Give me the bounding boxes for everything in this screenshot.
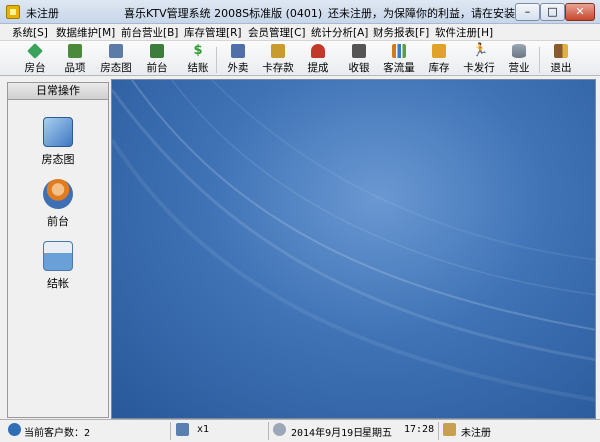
nav-label: 结帐 <box>47 277 69 290</box>
dollar-icon: $ <box>193 43 203 58</box>
nav-front-desk[interactable]: 前台 <box>8 179 108 229</box>
status-weekday: 星期五 <box>362 428 392 439</box>
commission-icon <box>311 44 325 58</box>
tool-label: 房态图 <box>100 62 132 74</box>
title-registration-status: 未注册 <box>26 7 59 20</box>
menu-finance[interactable]: 财务报表[F] <box>373 25 429 40</box>
nav-checkout[interactable]: 结帐 <box>8 241 108 291</box>
status-bar: 当前客户数：2 x1 2014年9月19日 星期五 17:28 未注册 <box>0 419 600 442</box>
status-registration: 未注册 <box>461 428 491 439</box>
tool-traffic[interactable]: 客流量 <box>379 43 419 75</box>
monitor-icon <box>43 117 73 147</box>
tool-label: 退出 <box>550 62 572 74</box>
tool-takeout[interactable]: 外卖 <box>218 43 258 75</box>
nav-room-map[interactable]: 房态图 <box>8 117 108 167</box>
tool-label: 卡发行 <box>463 62 495 74</box>
desk-icon <box>150 44 164 58</box>
tool-commission[interactable]: 提成 <box>298 43 338 75</box>
menu-stats[interactable]: 统计分析[A] <box>311 25 368 40</box>
wallpaper-swirl <box>112 80 595 402</box>
title-bar: 未注册 喜乐KTV管理系统 2008S标准版 (0401) 还未注册，为保障你的… <box>0 0 600 24</box>
menu-register[interactable]: 软件注册[H] <box>435 25 493 40</box>
tool-label: 前台 <box>146 62 168 74</box>
home-icon <box>443 423 456 436</box>
users-icon <box>176 423 189 436</box>
tool-label: 客流量 <box>383 62 415 74</box>
maximize-button[interactable]: □ <box>540 3 565 21</box>
tool-business[interactable]: 营业 <box>499 43 539 75</box>
cylinder-icon <box>512 44 526 58</box>
printer-icon <box>43 241 73 271</box>
tool-label: 房台 <box>24 62 46 74</box>
status-date: 2014年9月19日 <box>291 428 364 439</box>
close-button[interactable]: ✕ <box>565 3 595 21</box>
minimize-button[interactable]: – <box>515 3 540 21</box>
nav-label: 房态图 <box>41 153 75 166</box>
tool-label: 收银 <box>348 62 370 74</box>
status-divider <box>170 422 171 440</box>
main-workspace <box>111 79 596 419</box>
status-time: 17:28 <box>404 424 435 435</box>
menu-system[interactable]: 系统[S] <box>12 25 48 40</box>
tool-inventory[interactable]: 库存 <box>419 43 459 75</box>
cashier-icon <box>352 44 366 58</box>
status-divider <box>438 422 439 440</box>
tool-items[interactable]: 品项 <box>55 43 95 75</box>
tool-label: 卡存款 <box>262 62 294 74</box>
nav-label: 前台 <box>47 215 69 228</box>
tool-card-deposit[interactable]: 卡存款 <box>258 43 298 75</box>
app-icon <box>6 5 20 19</box>
clock-icon <box>273 423 286 436</box>
daily-operations-panel: 日常操作 房态图 前台 结帐 <box>7 82 109 418</box>
panel-header: 日常操作 <box>8 83 108 100</box>
toolbar-separator <box>539 47 540 73</box>
tool-label: 结账 <box>187 62 209 74</box>
user-count: x1 <box>197 424 210 435</box>
bar-chart-icon <box>392 44 406 58</box>
runner-icon: 🏃 <box>472 43 489 58</box>
app-title: 喜乐KTV管理系统 2008S标准版 (0401) <box>124 7 323 20</box>
tool-card-issue[interactable]: 🏃 卡发行 <box>459 43 499 75</box>
tool-label: 提成 <box>307 62 329 74</box>
menu-data[interactable]: 数据维护[M] <box>56 25 115 40</box>
exit-door-icon <box>554 44 568 58</box>
receptionist-icon <box>43 179 73 209</box>
status-divider <box>268 422 269 440</box>
menu-frontdesk[interactable]: 前台营业[B] <box>121 25 178 40</box>
toolbar: 房台 品项 房态图 前台 $ 结账 外卖 卡存款 提成 收银 客流量 库存 🏃 … <box>0 40 600 76</box>
grid-icon <box>109 44 123 58</box>
customer-count: 当前客户数：2 <box>24 428 91 439</box>
tool-rooms[interactable]: 房台 <box>15 43 55 75</box>
calendar-icon <box>68 44 82 58</box>
box-icon <box>432 44 446 58</box>
tool-checkout[interactable]: $ 结账 <box>178 43 218 75</box>
tool-label: 库存 <box>428 62 450 74</box>
tool-label: 外卖 <box>227 62 249 74</box>
tool-front-desk[interactable]: 前台 <box>137 43 177 75</box>
tool-cashier[interactable]: 收银 <box>339 43 379 75</box>
registration-notice: 还未注册，为保障你的利益，请在安装... <box>328 7 526 20</box>
takeout-icon <box>231 44 245 58</box>
menu-members[interactable]: 会员管理[C] <box>248 25 306 40</box>
tool-room-map[interactable]: 房态图 <box>96 43 136 75</box>
toolbar-separator <box>216 47 217 73</box>
tool-label: 品项 <box>64 62 86 74</box>
tool-exit[interactable]: 退出 <box>541 43 581 75</box>
tool-label: 营业 <box>508 62 530 74</box>
menu-inventory[interactable]: 库存管理[R] <box>184 25 242 40</box>
info-icon <box>8 423 21 436</box>
diamond-icon <box>27 43 43 59</box>
card-deposit-icon <box>271 44 285 58</box>
menu-bar: 系统[S] 数据维护[M] 前台营业[B] 库存管理[R] 会员管理[C] 统计… <box>0 24 600 40</box>
